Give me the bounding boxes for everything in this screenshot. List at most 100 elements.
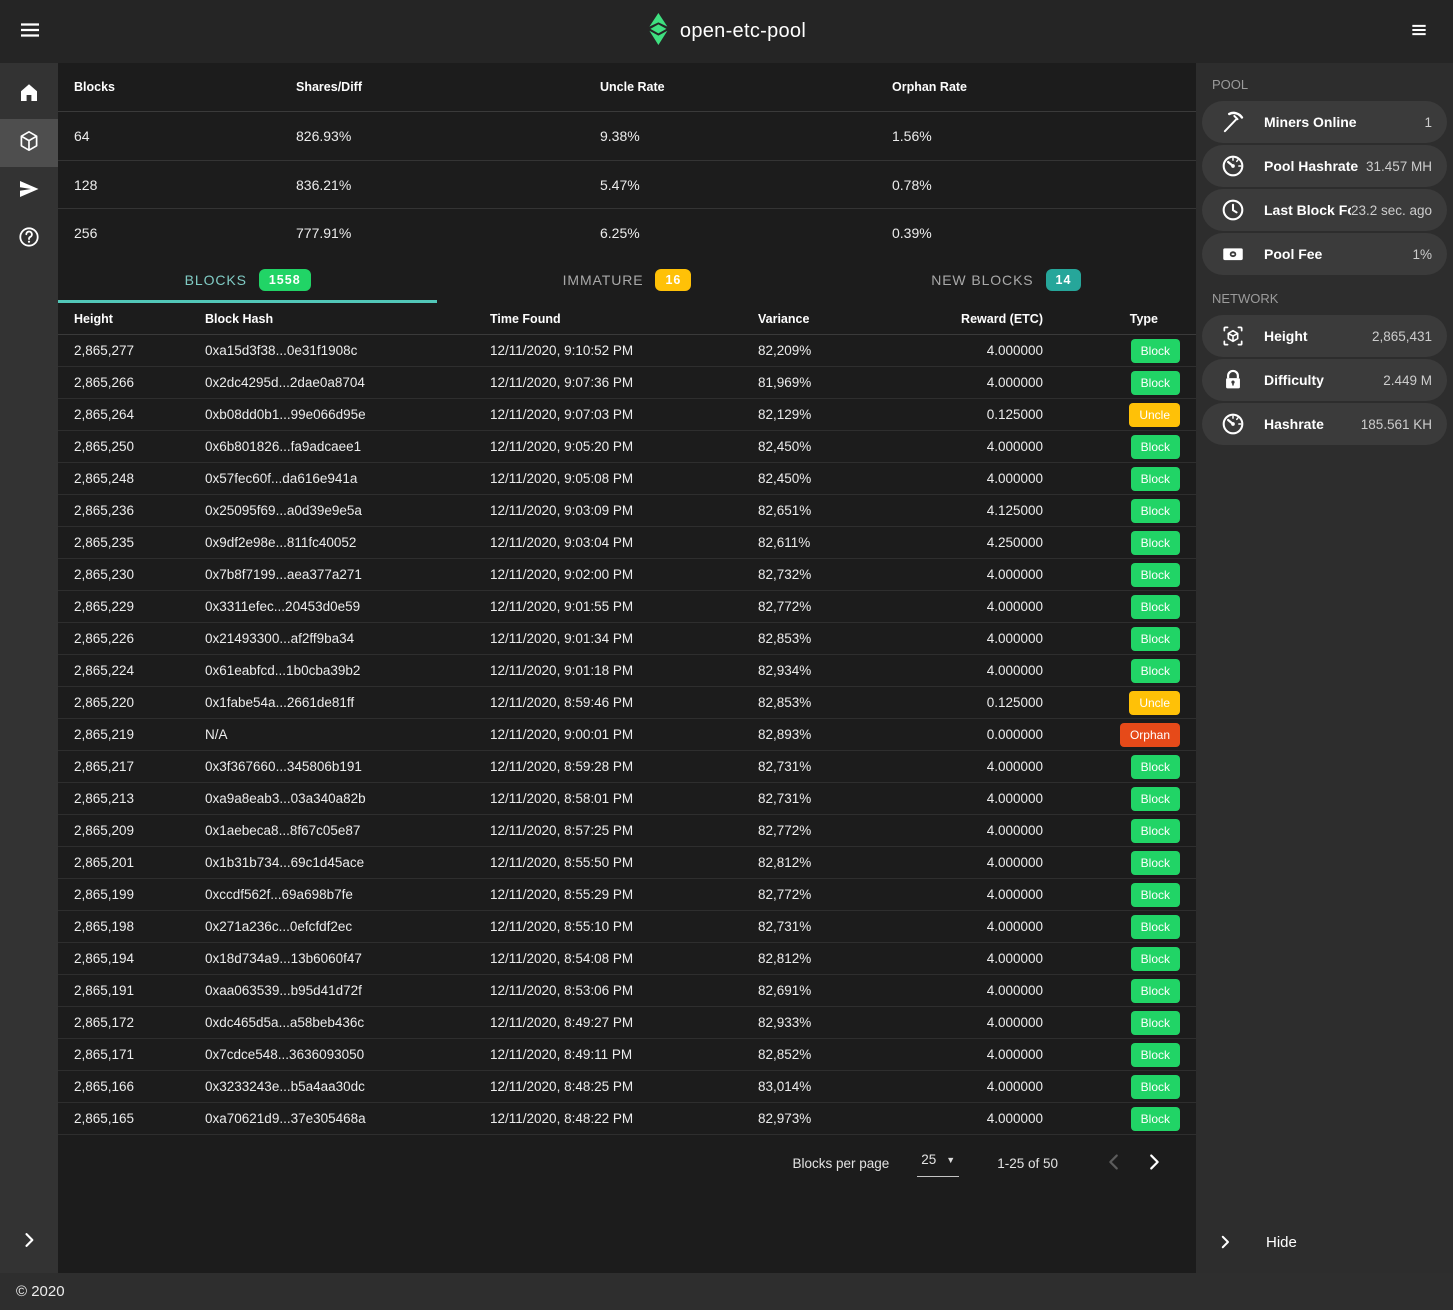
cell-block-hash: 0x1fabe54a...2661de81ff xyxy=(205,695,490,710)
tab-count-badge: 1558 xyxy=(259,269,311,291)
cell-height: 2,865,198 xyxy=(74,919,205,934)
cell-block-hash: 0xaa063539...b95d41d72f xyxy=(205,983,490,998)
cell-time-found: 12/11/2020, 9:02:00 PM xyxy=(490,567,758,582)
app-root: open-etc-pool Bl xyxy=(0,0,1453,1310)
brand: open-etc-pool xyxy=(647,13,806,50)
stats-blocks-value: 64 xyxy=(74,128,296,144)
cell-time-found: 12/11/2020, 9:01:34 PM xyxy=(490,631,758,646)
cell-reward: 4.000000 xyxy=(888,855,1043,870)
type-badge: Block xyxy=(1131,627,1180,651)
cell-reward: 4.000000 xyxy=(888,919,1043,934)
cell-height: 2,865,213 xyxy=(74,791,205,806)
type-badge: Block xyxy=(1131,883,1180,907)
type-badge: Block xyxy=(1131,979,1180,1003)
cell-reward: 0.000000 xyxy=(888,727,1043,742)
cell-variance: 82,450% xyxy=(758,439,888,454)
cell-type: Block xyxy=(1043,435,1180,459)
tab-blocks[interactable]: BLOCKS 1558 xyxy=(58,256,437,303)
cell-variance: 82,853% xyxy=(758,631,888,646)
cell-time-found: 12/11/2020, 8:55:10 PM xyxy=(490,919,758,934)
cell-block-hash: 0x3f367660...345806b191 xyxy=(205,759,490,774)
cell-variance: 82,772% xyxy=(758,599,888,614)
table-row: 2,865,199 0xccdf562f...69a698b7fe 12/11/… xyxy=(58,879,1196,911)
stats-blocks-value: 128 xyxy=(74,177,296,193)
gauge-icon xyxy=(1202,411,1264,437)
stat-pill: Difficulty 2.449 M xyxy=(1202,359,1447,401)
sidebar-nav-item-help[interactable] xyxy=(0,215,58,263)
stats-row: 64 826.93% 9.38% 1.56% xyxy=(58,112,1196,160)
table-row: 2,865,166 0x3233243e...b5a4aa30dc 12/11/… xyxy=(58,1071,1196,1103)
cell-variance: 82,691% xyxy=(758,983,888,998)
cell-variance: 82,772% xyxy=(758,887,888,902)
table-row: 2,865,277 0xa15d3f38...0e31f1908c 12/11/… xyxy=(58,335,1196,367)
cell-height: 2,865,226 xyxy=(74,631,205,646)
cell-time-found: 12/11/2020, 8:48:22 PM xyxy=(490,1111,758,1126)
menu-hamburger-left[interactable] xyxy=(10,12,50,52)
stats-shares-diff-value: 836.21% xyxy=(296,177,600,193)
sidebar-expand-chevron[interactable] xyxy=(0,1211,58,1273)
cell-type: Uncle xyxy=(1043,403,1180,427)
tab-label: NEW BLOCKS xyxy=(931,272,1033,288)
table-row: 2,865,220 0x1fabe54a...2661de81ff 12/11/… xyxy=(58,687,1196,719)
cell-variance: 82,732% xyxy=(758,567,888,582)
sidebar-nav-item-home[interactable] xyxy=(0,71,58,119)
cell-type: Block xyxy=(1043,467,1180,491)
page-body: Blocks Shares/Diff Uncle Rate Orphan Rat… xyxy=(0,63,1453,1273)
network-section-title: NETWORK xyxy=(1196,277,1453,315)
table-row: 2,865,224 0x61eabfcd...1b0cba39b2 12/11/… xyxy=(58,655,1196,687)
cell-time-found: 12/11/2020, 9:05:20 PM xyxy=(490,439,758,454)
type-badge: Block xyxy=(1131,1043,1180,1067)
stats-uncle-rate-value: 6.25% xyxy=(600,225,892,241)
cell-time-found: 12/11/2020, 8:48:25 PM xyxy=(490,1079,758,1094)
menu-hamburger-right[interactable] xyxy=(1399,12,1439,52)
stat-value: 31.457 MH xyxy=(1366,159,1432,174)
table-row: 2,865,219 N/A 12/11/2020, 9:00:01 PM 82,… xyxy=(58,719,1196,751)
chevron-right-icon xyxy=(19,1230,39,1255)
tab-bar: BLOCKS 1558 IMMATURE 16 NEW BLOCKS 14 xyxy=(58,256,1196,303)
col-type: Type xyxy=(1043,312,1180,326)
tab-immature[interactable]: IMMATURE 16 xyxy=(437,256,816,303)
cell-variance: 82,812% xyxy=(758,855,888,870)
cell-time-found: 12/11/2020, 8:49:11 PM xyxy=(490,1047,758,1062)
cell-block-hash: 0x21493300...af2ff9ba34 xyxy=(205,631,490,646)
table-row: 2,865,230 0x7b8f7199...aea377a271 12/11/… xyxy=(58,559,1196,591)
previous-page-button[interactable] xyxy=(1094,1143,1134,1183)
cell-block-hash: 0x7cdce548...3636093050 xyxy=(205,1047,490,1062)
cell-height: 2,865,199 xyxy=(74,887,205,902)
cell-type: Block xyxy=(1043,1043,1180,1067)
type-badge: Block xyxy=(1131,531,1180,555)
tab-new-blocks[interactable]: NEW BLOCKS 14 xyxy=(817,256,1196,303)
col-reward: Reward (ETC) xyxy=(888,312,1043,326)
cell-variance: 82,893% xyxy=(758,727,888,742)
pool-section-title: POOL xyxy=(1196,63,1453,101)
cell-reward: 4.000000 xyxy=(888,567,1043,582)
cube-icon xyxy=(17,129,41,158)
cell-variance: 82,731% xyxy=(758,759,888,774)
cell-variance: 82,731% xyxy=(758,791,888,806)
cell-reward: 4.250000 xyxy=(888,535,1043,550)
blocks-table-body: 2,865,277 0xa15d3f38...0e31f1908c 12/11/… xyxy=(58,335,1196,1135)
sidebar-nav-item-cube[interactable] xyxy=(0,119,58,167)
col-variance: Variance xyxy=(758,312,888,326)
stats-row: 256 777.91% 6.25% 0.39% xyxy=(58,208,1196,256)
cell-block-hash: 0xa9a8eab3...03a340a82b xyxy=(205,791,490,806)
cell-reward: 4.000000 xyxy=(888,599,1043,614)
dropdown-caret-icon: ▼ xyxy=(946,1155,955,1165)
sidebar-nav-item-send[interactable] xyxy=(0,167,58,215)
per-page-select[interactable]: 25 ▼ xyxy=(917,1150,959,1177)
cell-variance: 82,731% xyxy=(758,919,888,934)
hide-sidebar-button[interactable]: Hide xyxy=(1196,1211,1453,1273)
cell-height: 2,865,250 xyxy=(74,439,205,454)
cell-variance: 82,772% xyxy=(758,823,888,838)
next-page-button[interactable] xyxy=(1134,1143,1174,1183)
cell-type: Block xyxy=(1043,339,1180,363)
banknote-icon xyxy=(1202,241,1264,267)
cell-reward: 4.000000 xyxy=(888,471,1043,486)
footer: © 2020 xyxy=(0,1273,1453,1310)
cell-time-found: 12/11/2020, 8:55:29 PM xyxy=(490,887,758,902)
tab-count-badge: 14 xyxy=(1046,269,1082,291)
pickaxe-icon xyxy=(1202,109,1264,135)
cell-block-hash: 0x3233243e...b5a4aa30dc xyxy=(205,1079,490,1094)
cell-type: Block xyxy=(1043,1107,1180,1131)
cell-reward: 4.125000 xyxy=(888,503,1043,518)
